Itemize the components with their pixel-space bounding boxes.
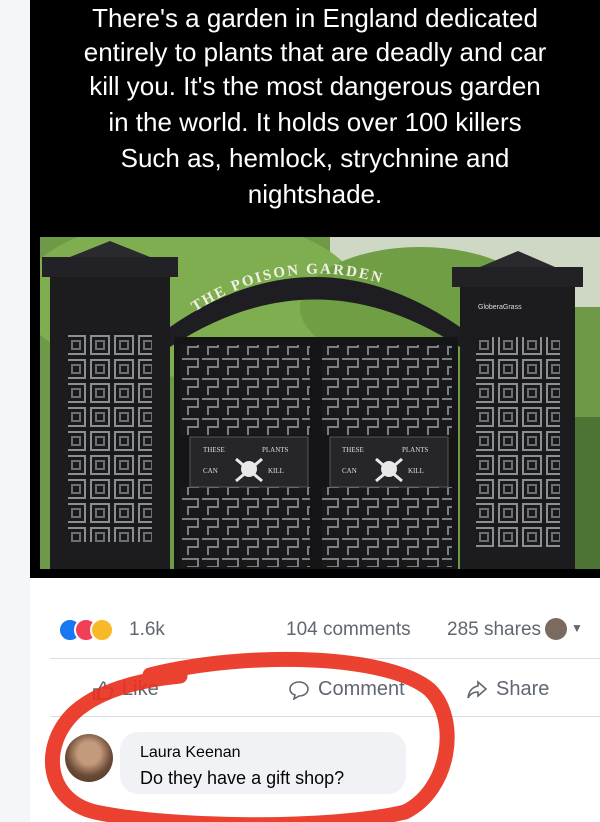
comments-count[interactable]: 104 comments xyxy=(286,619,411,641)
post-actions: Like Comment Share xyxy=(30,668,600,712)
viewer-avatar[interactable] xyxy=(545,618,567,640)
wow-reaction-icon xyxy=(90,618,114,642)
sign-word: THESE xyxy=(203,446,225,454)
reaction-count[interactable]: 1.6k xyxy=(129,619,165,641)
comment-label: Comment xyxy=(318,678,405,700)
avatar[interactable] xyxy=(65,734,113,782)
page-margin xyxy=(0,0,30,822)
comment-author[interactable]: Laura Keenan xyxy=(140,744,241,762)
meme-line: There's a garden in England dedicated xyxy=(92,3,538,33)
comment-bubble: Laura Keenan Do they have a gift shop? xyxy=(120,732,406,794)
meme-line: kill you. It's the most dangerous garden xyxy=(89,71,541,101)
comment-item: Laura Keenan Do they have a gift shop? xyxy=(30,728,600,822)
sign-word: PLANTS xyxy=(262,446,289,454)
gate-illustration: THESE PLANTS CAN KILL THESE PLANTS CAN K… xyxy=(40,237,600,569)
like-label: Like xyxy=(122,678,159,700)
meme-line: Such as, hemlock, strychnine and xyxy=(120,143,510,173)
meme-line: in the world. It holds over 100 killers xyxy=(108,107,522,137)
poison-garden-photo: THESE PLANTS CAN KILL THESE PLANTS CAN K… xyxy=(40,237,600,569)
sign-word: CAN xyxy=(203,467,218,475)
meme-line: nightshade. xyxy=(247,179,383,209)
reaction-icons[interactable] xyxy=(58,618,128,642)
photo-watermark: GloberaGrass xyxy=(478,304,522,311)
meme-line: entirely to plants that are deadly and c… xyxy=(83,37,547,67)
chevron-down-icon[interactable]: ▼ xyxy=(571,621,583,635)
share-icon xyxy=(467,679,488,698)
share-button[interactable]: Share xyxy=(466,678,549,701)
divider xyxy=(50,658,600,659)
sign-word: KILL xyxy=(268,467,284,475)
post-card: There's a garden in England dedicated en… xyxy=(30,0,600,822)
sign-word: KILL xyxy=(408,467,424,475)
comment-icon xyxy=(289,680,309,700)
divider xyxy=(50,716,600,717)
reactions-bar: 1.6k 104 comments 285 shares ▼ xyxy=(30,608,600,648)
thumbs-up-icon xyxy=(93,680,114,700)
sign-word: THESE xyxy=(342,446,364,454)
shares-count[interactable]: 285 shares xyxy=(447,619,541,641)
comment-text: Do they have a gift shop? xyxy=(140,768,345,788)
sign-word: PLANTS xyxy=(402,446,429,454)
comment-button[interactable]: Comment xyxy=(288,678,405,701)
share-label: Share xyxy=(496,678,550,700)
sign-word: CAN xyxy=(342,467,357,475)
like-button[interactable]: Like xyxy=(92,678,159,701)
meme-image: There's a garden in England dedicated en… xyxy=(30,0,600,578)
